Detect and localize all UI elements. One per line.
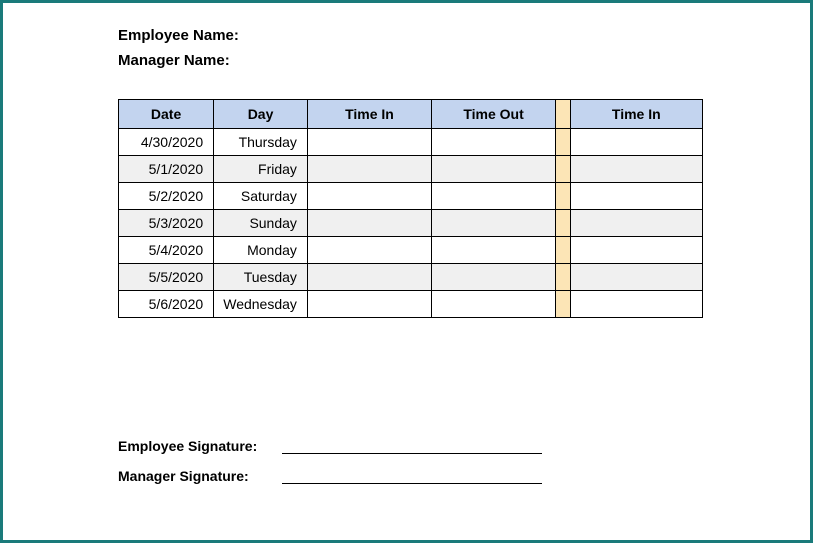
cell-day: Thursday: [214, 129, 308, 156]
cell-gap: [556, 183, 570, 210]
cell-gap: [556, 210, 570, 237]
cell-time-in[interactable]: [307, 291, 431, 318]
cell-gap: [556, 291, 570, 318]
cell-time-in2[interactable]: [570, 210, 702, 237]
table-row: 5/5/2020Tuesday: [119, 264, 703, 291]
employee-signature-label: Employee Signature:: [118, 438, 278, 454]
cell-date: 4/30/2020: [119, 129, 214, 156]
cell-day: Saturday: [214, 183, 308, 210]
signature-block: Employee Signature: Manager Signature:: [118, 438, 542, 498]
cell-time-out[interactable]: [432, 264, 556, 291]
cell-time-in2[interactable]: [570, 156, 702, 183]
manager-name-label: Manager Name:: [118, 52, 810, 69]
table-header-row: Date Day Time In Time Out Time In: [119, 100, 703, 129]
cell-gap: [556, 129, 570, 156]
cell-time-in2[interactable]: [570, 237, 702, 264]
employee-signature-line[interactable]: [282, 440, 542, 454]
table-row: 4/30/2020Thursday: [119, 129, 703, 156]
cell-date: 5/5/2020: [119, 264, 214, 291]
table-row: 5/1/2020Friday: [119, 156, 703, 183]
cell-date: 5/4/2020: [119, 237, 214, 264]
cell-day: Friday: [214, 156, 308, 183]
cell-time-in2[interactable]: [570, 291, 702, 318]
cell-time-out[interactable]: [432, 291, 556, 318]
cell-time-in2[interactable]: [570, 183, 702, 210]
cell-time-out[interactable]: [432, 129, 556, 156]
cell-time-out[interactable]: [432, 183, 556, 210]
cell-date: 5/1/2020: [119, 156, 214, 183]
cell-time-in[interactable]: [307, 237, 431, 264]
cell-time-out[interactable]: [432, 210, 556, 237]
cell-time-in[interactable]: [307, 129, 431, 156]
cell-gap: [556, 156, 570, 183]
employee-signature-row: Employee Signature:: [118, 438, 542, 454]
manager-signature-label: Manager Signature:: [118, 468, 278, 484]
cell-gap: [556, 264, 570, 291]
table-row: 5/3/2020Sunday: [119, 210, 703, 237]
cell-gap: [556, 237, 570, 264]
cell-time-in2[interactable]: [570, 264, 702, 291]
header-time-out: Time Out: [432, 100, 556, 129]
cell-time-in[interactable]: [307, 183, 431, 210]
header-date: Date: [119, 100, 214, 129]
table-row: 5/6/2020Wednesday: [119, 291, 703, 318]
cell-date: 5/3/2020: [119, 210, 214, 237]
table-row: 5/4/2020Monday: [119, 237, 703, 264]
manager-signature-row: Manager Signature:: [118, 468, 542, 484]
cell-day: Wednesday: [214, 291, 308, 318]
timesheet-table-wrap: Date Day Time In Time Out Time In 4/30/2…: [118, 99, 703, 318]
table-body: 4/30/2020Thursday5/1/2020Friday5/2/2020S…: [119, 129, 703, 318]
cell-day: Monday: [214, 237, 308, 264]
cell-time-out[interactable]: [432, 156, 556, 183]
cell-date: 5/2/2020: [119, 183, 214, 210]
cell-time-in[interactable]: [307, 156, 431, 183]
table-row: 5/2/2020Saturday: [119, 183, 703, 210]
timesheet-table: Date Day Time In Time Out Time In 4/30/2…: [118, 99, 703, 318]
header-time-in2: Time In: [570, 100, 702, 129]
cell-day: Tuesday: [214, 264, 308, 291]
header-gap: [556, 100, 570, 129]
header-day: Day: [214, 100, 308, 129]
cell-time-in2[interactable]: [570, 129, 702, 156]
employee-name-label: Employee Name:: [118, 27, 810, 44]
timesheet-page: Employee Name: Manager Name: Date Day Ti…: [0, 0, 813, 543]
cell-time-in[interactable]: [307, 210, 431, 237]
cell-time-out[interactable]: [432, 237, 556, 264]
manager-signature-line[interactable]: [282, 470, 542, 484]
cell-date: 5/6/2020: [119, 291, 214, 318]
cell-day: Sunday: [214, 210, 308, 237]
header-time-in: Time In: [307, 100, 431, 129]
cell-time-in[interactable]: [307, 264, 431, 291]
